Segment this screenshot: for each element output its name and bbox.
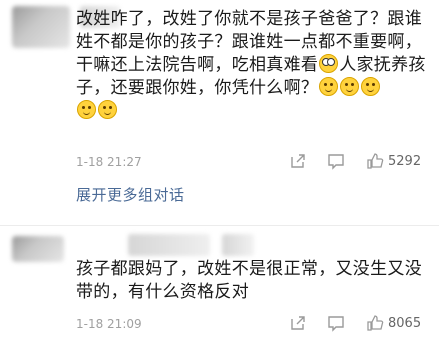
comment-text: 孩子都跟妈了，改姓不是很正常，又没生又没带的，有什么资格反对 <box>76 259 422 302</box>
comment-text: 改姓咋了，改姓了你就不是孩子爸爸了？跟谁姓不都是你的孩子？跟谁姓一点都不重要啊，… <box>76 8 436 123</box>
comment-meta: 1-18 21:27 5292 <box>76 152 426 174</box>
smile-emoji-icon <box>98 100 117 119</box>
smile-emoji-icon <box>340 77 360 96</box>
comment-item: 孩子都跟妈了，改姓不是很正常，又没生又没带的，有什么资格反对 1-18 21:0… <box>0 225 439 343</box>
smile-emoji-icon <box>361 77 381 96</box>
share-icon[interactable] <box>289 152 307 170</box>
comment-time: 1-18 21:09 <box>76 317 142 331</box>
username-blurred-extra <box>222 234 254 256</box>
smile-emoji-icon <box>319 77 339 96</box>
share-icon[interactable] <box>289 314 307 332</box>
comment-meta: 1-18 21:09 8065 <box>76 314 426 336</box>
comment-icon[interactable] <box>327 152 345 170</box>
thumbs-up-icon[interactable] <box>366 152 384 170</box>
like-count: 5292 <box>388 154 422 169</box>
avatar[interactable] <box>12 6 70 48</box>
comment-time: 1-18 21:27 <box>76 155 142 169</box>
comment-item: 改姓咋了，改姓了你就不是孩子爸爸了？跟谁姓不都是你的孩子？跟谁姓一点都不重要啊，… <box>0 0 439 225</box>
username-blurred[interactable] <box>128 234 210 256</box>
avatar[interactable] <box>12 236 64 262</box>
comment-icon[interactable] <box>327 314 345 332</box>
smile-emoji-icon <box>77 100 96 119</box>
scared-emoji-icon <box>319 54 339 73</box>
expand-conversation-link[interactable]: 展开更多组对话 <box>76 184 185 205</box>
like-count: 8065 <box>388 316 422 331</box>
thumbs-up-icon[interactable] <box>366 314 384 332</box>
